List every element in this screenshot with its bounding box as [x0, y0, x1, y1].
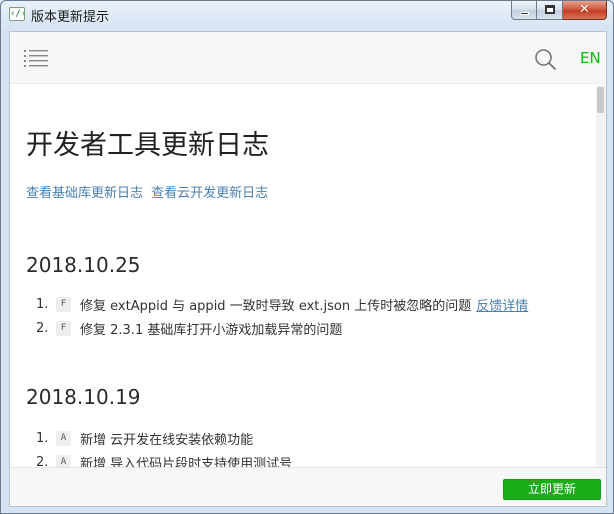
client-area: EN 开发者工具更新日志 查看基础库更新日志 查看云开发更新日志 2018.10… — [9, 31, 607, 507]
list-item: 2. F 修复 2.3.1 基础库打开小游戏加载异常的问题 — [36, 316, 528, 340]
item-text: 修复 2.3.1 基础库打开小游戏加载异常的问题 — [80, 322, 343, 338]
changelog-list: 1. F 修复 extAppid 与 appid 一致时导致 ext.json … — [36, 292, 528, 340]
item-number: 1. — [36, 296, 49, 312]
fix-tag-badge: F — [56, 320, 71, 336]
maximize-icon — [545, 5, 555, 14]
item-text: 新增 导入代码片段时支持使用测试号 — [80, 456, 293, 468]
window-controls: ✕ — [511, 1, 607, 21]
changelog-content[interactable]: 开发者工具更新日志 查看基础库更新日志 查看云开发更新日志 2018.10.25… — [10, 85, 606, 467]
feedback-details-link[interactable]: 反馈详情 — [476, 295, 528, 314]
search-icon[interactable] — [534, 48, 556, 70]
item-text: 新增 云开发在线安装依赖功能 — [80, 432, 254, 448]
maximize-button[interactable] — [537, 1, 563, 20]
list-item: 1. F 修复 extAppid 与 appid 一致时导致 ext.json … — [36, 292, 528, 316]
language-toggle[interactable]: EN — [580, 49, 601, 67]
vertical-scrollbar[interactable] — [596, 85, 606, 467]
section-date: 2018.10.19 — [26, 385, 141, 409]
item-text: 修复 extAppid 与 appid 一致时导致 ext.json 上传时被忽… — [80, 298, 472, 314]
list-item: 2. A 新增 导入代码片段时支持使用测试号 — [36, 450, 292, 467]
item-number: 2. — [36, 454, 49, 468]
cloud-dev-changelog-link[interactable]: 查看云开发更新日志 — [151, 186, 268, 201]
app-header: EN — [10, 32, 606, 84]
base-library-changelog-link[interactable]: 查看基础库更新日志 — [26, 186, 143, 201]
changelog-links: 查看基础库更新日志 查看云开发更新日志 — [26, 182, 268, 201]
list-icon[interactable] — [24, 48, 50, 68]
section-date: 2018.10.25 — [26, 253, 141, 277]
scrollbar-thumb[interactable] — [597, 87, 604, 113]
minimize-icon — [520, 12, 529, 15]
page-title: 开发者工具更新日志 — [26, 130, 269, 161]
list-item: 1. A 新增 云开发在线安装依赖功能 — [36, 426, 292, 450]
update-dialog-window: ‹/› 版本更新提示 ✕ EN 开发者工具更新日志 查看基础库更新日志 查看云开… — [0, 0, 614, 514]
window-title: 版本更新提示 — [31, 10, 110, 25]
add-tag-badge: A — [56, 430, 71, 446]
close-button[interactable]: ✕ — [563, 1, 607, 20]
changelog-list: 1. A 新增 云开发在线安装依赖功能 2. A 新增 导入代码片段时支持使用测… — [36, 426, 292, 467]
add-tag-badge: A — [56, 454, 71, 467]
item-number: 1. — [36, 430, 49, 446]
minimize-button[interactable] — [511, 1, 537, 20]
fix-tag-badge: F — [56, 296, 71, 312]
item-number: 2. — [36, 320, 49, 336]
app-code-icon: ‹/› — [9, 7, 27, 21]
update-now-button[interactable]: 立即更新 — [503, 479, 601, 500]
dialog-footer: 立即更新 — [10, 467, 606, 506]
close-icon: ✕ — [579, 2, 590, 17]
title-bar[interactable]: ‹/› 版本更新提示 ✕ — [1, 1, 613, 29]
